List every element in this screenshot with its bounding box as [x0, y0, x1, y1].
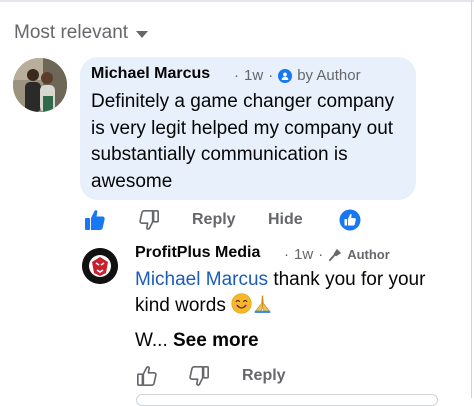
thumbs-down-icon: [189, 366, 209, 386]
author-badge-label: Author: [347, 247, 390, 262]
like-button[interactable]: [136, 363, 158, 389]
truncated-body: W...: [135, 330, 173, 351]
truncated-text: W... See more: [135, 330, 259, 352]
microphone-icon: [329, 248, 342, 262]
sort-dropdown[interactable]: Most relevant: [14, 20, 149, 46]
dislike-button[interactable]: [138, 207, 160, 233]
caret-down-icon: [136, 31, 149, 38]
folded-hands-icon: [252, 293, 273, 322]
reply-time[interactable]: 1w: [294, 246, 313, 263]
separator-dot: ·: [318, 246, 324, 263]
smiling-face-icon: [231, 293, 252, 322]
see-more-link[interactable]: See more: [173, 330, 259, 351]
separator-dot: ·: [268, 67, 274, 84]
reply-actions: Reply: [0, 363, 474, 389]
author-badge-label: by Author: [297, 67, 361, 84]
reply-author-name[interactable]: ProfitPlus Media: [135, 244, 260, 262]
reply-button[interactable]: Reply: [242, 363, 286, 389]
reply-button[interactable]: Reply: [192, 207, 236, 233]
like-reaction-icon: [339, 209, 361, 231]
like-reaction-badge[interactable]: [339, 207, 361, 233]
reply-text: Michael Marcus thank you for your kind w…: [135, 267, 435, 322]
thumbs-up-icon: [85, 210, 105, 230]
reply-input-box[interactable]: [136, 394, 438, 406]
reply-meta: · 1w · Author: [279, 246, 390, 263]
avatar[interactable]: [13, 58, 67, 112]
hide-button[interactable]: Hide: [268, 207, 303, 233]
comment-text: Definitely a game changer company is ver…: [91, 91, 395, 192]
comment-time[interactable]: 1w: [244, 67, 263, 84]
like-button[interactable]: [83, 207, 107, 233]
comment-actions: Reply Hide: [0, 207, 474, 233]
dislike-button[interactable]: [188, 363, 210, 389]
top-divider: [0, 0, 474, 2]
separator-dot: ·: [234, 67, 239, 84]
comment-meta: · 1w · by Author: [229, 67, 361, 84]
separator-dot: ·: [284, 246, 289, 263]
page-avatar[interactable]: [82, 248, 118, 284]
sort-label: Most relevant: [14, 22, 129, 43]
comment-author-name[interactable]: Michael Marcus: [91, 65, 210, 83]
thumbs-down-icon: [139, 210, 159, 230]
author-badge-icon: [278, 68, 293, 83]
thumbs-up-icon: [137, 366, 157, 386]
mention-link[interactable]: Michael Marcus: [135, 269, 268, 290]
scroll-edge: [471, 0, 472, 398]
